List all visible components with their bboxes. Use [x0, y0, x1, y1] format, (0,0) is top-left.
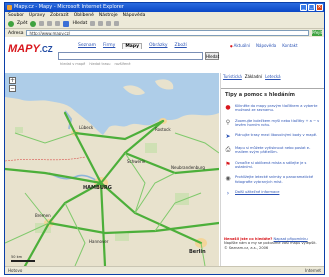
- favorites-icon[interactable]: [90, 21, 96, 26]
- status-bar: Hotovo Internet: [5, 266, 324, 274]
- map-label-city: Bremen: [35, 213, 51, 218]
- tip-text: Plánujte trasy mezi libovolnými body v m…: [235, 133, 318, 138]
- search-option-advanced[interactable]: rozšířené: [115, 62, 131, 66]
- search-label[interactable]: Hledat: [72, 21, 87, 26]
- map-type-tabs: Turistická Základní Letecká: [221, 73, 324, 89]
- window-title: Mapy.cz - Mapy - Microsoft Internet Expl…: [14, 4, 124, 10]
- arrow-icon: ›: [226, 189, 230, 197]
- browser-window: Mapy.cz - Mapy - Microsoft Internet Expl…: [4, 2, 325, 275]
- map-label-city: Berlin: [189, 249, 206, 255]
- menu-view[interactable]: Zobrazit: [50, 12, 69, 19]
- home-icon[interactable]: [55, 21, 61, 26]
- map-label-city: Neubrandenburg: [171, 165, 205, 170]
- panel-footer: Nenašli jste co hledáte? Napsat připomín…: [224, 237, 322, 250]
- zoom-in-button[interactable]: +: [9, 77, 16, 84]
- site-tabs: Seznam Firmy Mapy Obrázky Zboží: [78, 43, 187, 49]
- search-button[interactable]: Hledat: [205, 52, 219, 60]
- tip-text: Klikněte do mapy pravým tlačítkem a vybe…: [235, 104, 318, 113]
- search-options: hledat v mapě hledat trasu rozšířené: [60, 62, 131, 66]
- tip-text: Mapu si můžete vytisknout nebo poslat e-…: [235, 146, 311, 155]
- tab-mapy[interactable]: Mapy: [122, 43, 142, 49]
- tip-item[interactable]: ⎙ Mapu si můžete vytisknout nebo poslat …: [221, 143, 324, 158]
- panel-heading: Tipy a pomoc s hledáním: [225, 92, 295, 98]
- pin-icon: ●: [225, 104, 231, 111]
- tab-basic-map[interactable]: Základní: [245, 74, 262, 79]
- go-button[interactable]: Přejít: [312, 30, 322, 36]
- map-scale: 50 km: [11, 255, 35, 262]
- address-label: Adresa: [8, 30, 24, 36]
- forward-icon[interactable]: [30, 20, 37, 27]
- mail-icon[interactable]: [106, 21, 112, 26]
- map-label-city: Hannover: [89, 239, 109, 244]
- security-zone: Internet: [305, 268, 321, 273]
- side-panel: Turistická Základní Letecká Tipy a pomoc…: [220, 73, 324, 266]
- map-label-city: Lübeck: [79, 125, 94, 130]
- zoom-out-button[interactable]: −: [9, 85, 16, 92]
- ie-icon: [7, 5, 12, 10]
- close-button[interactable]: ×: [316, 4, 323, 11]
- status-text: Hotovo: [8, 268, 23, 273]
- scale-label: 50 km: [11, 255, 23, 259]
- copyright: © Seznam.cz, a.s., 2006: [224, 245, 269, 250]
- back-icon[interactable]: [8, 20, 14, 27]
- top-link-contact[interactable]: Kontakt: [282, 43, 297, 48]
- route-icon: ➤: [225, 133, 231, 141]
- site-logo[interactable]: MAPY.CZ: [8, 43, 53, 55]
- tip-item[interactable]: ● Klikněte do mapy pravým tlačítkem a vy…: [221, 101, 324, 116]
- map-label-city: HAMBURG: [83, 185, 112, 191]
- search-option-route[interactable]: hledat trasu: [89, 62, 110, 66]
- tab-seznam[interactable]: Seznam: [78, 43, 96, 49]
- refresh-icon[interactable]: [47, 21, 53, 26]
- map-label-city: Rostock: [155, 127, 171, 132]
- magnifier-icon: ⚲: [225, 118, 231, 126]
- logo-tld: .CZ: [39, 45, 53, 54]
- map-label-city: Schwerin: [127, 159, 146, 164]
- menu-edit[interactable]: Úpravy: [29, 12, 45, 19]
- more-link[interactable]: Další užitečné informace: [235, 190, 279, 194]
- menu-favorites[interactable]: Oblíbené: [74, 12, 94, 19]
- print-icon[interactable]: [114, 21, 120, 26]
- tab-obrazky[interactable]: Obrázky: [149, 43, 167, 49]
- minimize-button[interactable]: _: [300, 4, 307, 11]
- tip-item[interactable]: ➤ Plánujte trasy mezi libovolnými body v…: [221, 130, 324, 143]
- stop-icon[interactable]: [39, 21, 45, 26]
- tip-text: Prohlížejte letecké snímky a panoramatic…: [235, 175, 314, 184]
- tip-item[interactable]: ⚲ Zoomujte kolečkem myši nebo tlačítky +…: [221, 116, 324, 131]
- search-option-map[interactable]: hledat v mapě: [60, 62, 85, 66]
- title-bar: Mapy.cz - Mapy - Microsoft Internet Expl…: [5, 3, 324, 12]
- tab-tourist-map[interactable]: Turistická: [223, 74, 242, 79]
- tip-text: Označte si oblíbená místa a sdílejte je …: [235, 160, 307, 170]
- menu-help[interactable]: Nápověda: [123, 12, 146, 19]
- history-icon[interactable]: [98, 21, 104, 26]
- top-link-help[interactable]: Nápověda: [256, 43, 276, 48]
- print-icon: ⎙: [225, 146, 231, 154]
- address-input[interactable]: http://www.mapy.cz/: [26, 30, 309, 36]
- tip-text: Zoomujte kolečkem myši nebo tlačítky + a…: [235, 118, 320, 127]
- search-icon[interactable]: [63, 20, 70, 27]
- search-row: Hledat: [58, 52, 219, 60]
- back-label[interactable]: Zpět: [17, 21, 27, 26]
- search-input[interactable]: [58, 52, 203, 60]
- tip-item[interactable]: ◉ Prohlížejte letecké snímky a panoramat…: [221, 172, 324, 187]
- logo-text: MAPY: [8, 43, 40, 55]
- zoom-control: + −: [9, 77, 16, 92]
- menu-tools[interactable]: Nástroje: [99, 12, 118, 19]
- camera-icon: ◉: [225, 175, 231, 183]
- tip-item[interactable]: ⚑ Označte si oblíbená místa a sdílejte j…: [221, 158, 324, 173]
- menu-file[interactable]: Soubor: [8, 12, 24, 19]
- top-link-news[interactable]: Aktuální: [230, 43, 250, 48]
- tab-firmy[interactable]: Firmy: [103, 43, 115, 49]
- toolbar: Zpět Hledat: [5, 19, 324, 29]
- maximize-button[interactable]: □: [308, 4, 315, 11]
- map-view[interactable]: + − HAMBURG Lübeck Rostock Bremen Schwer…: [5, 73, 219, 266]
- flag-icon: ⚑: [225, 160, 231, 168]
- menu-bar: Soubor Úpravy Zobrazit Oblíbené Nástroje…: [5, 12, 324, 19]
- web-page: MAPY.CZ Seznam Firmy Mapy Obrázky Zboží …: [5, 37, 324, 266]
- scale-bar: [11, 260, 35, 262]
- tab-zbozi[interactable]: Zboží: [174, 43, 186, 49]
- tab-aerial-map[interactable]: Letecká: [265, 74, 281, 79]
- more-link-row[interactable]: › Další užitečné informace: [221, 187, 324, 200]
- top-links: Aktuální Nápověda Kontakt: [230, 43, 298, 48]
